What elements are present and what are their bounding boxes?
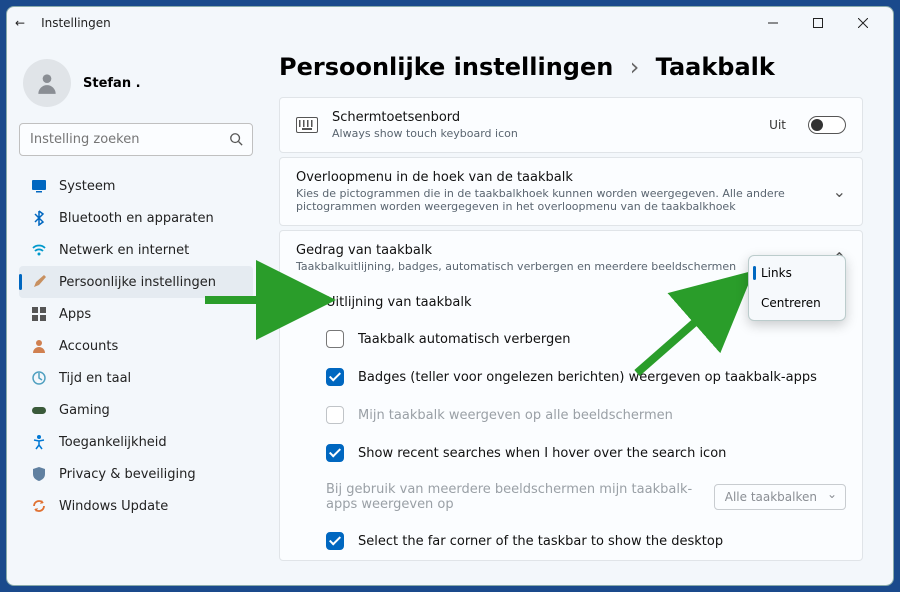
dropdown-option-links[interactable]: Links [751,258,843,288]
checkbox-checked[interactable] [326,444,344,462]
sidebar: Stefan . Systeem Bluetooth en apparaten … [7,39,257,585]
card-subtitle: Taakbalkuitlijning, badges, automatisch … [296,260,819,273]
row-multidisplay: Mijn taakbalk weergeven op alle beeldsch… [280,396,862,434]
keyboard-icon [296,117,318,133]
row-badges[interactable]: Badges (teller voor ongelezen berichten)… [280,358,862,396]
shield-icon [31,466,47,482]
sidebar-item-time[interactable]: Tijd en taal [19,362,253,394]
row-label: Uitlijning van taakbalk [326,295,471,310]
card-title: Overloopmenu in de hoek van de taakbalk [296,170,819,185]
checkbox-disabled [326,406,344,424]
toggle-state: Uit [769,118,786,132]
sidebar-item-accessibility[interactable]: Toegankelijkheid [19,426,253,458]
dropdown-all-taskbars: Alle taakbalken [714,484,846,510]
alignment-dropdown: Links Centreren [748,255,846,321]
sidebar-item-label: Accounts [59,339,118,354]
system-icon [31,178,47,194]
sidebar-item-update[interactable]: Windows Update [19,490,253,522]
breadcrumb-parent[interactable]: Persoonlijke instellingen [279,53,613,81]
bluetooth-icon [31,210,47,226]
card-title: Schermtoetsenbord [332,110,755,125]
search-input[interactable] [19,123,253,156]
sidebar-item-accounts[interactable]: Accounts [19,330,253,362]
card-subtitle: Kies de pictogrammen die in de taakbalkh… [296,187,819,213]
breadcrumb: Persoonlijke instellingen › Taakbalk [279,53,863,81]
row-label: Taakbalk automatisch verbergen [358,332,571,347]
row-corner[interactable]: Select the far corner of the taskbar to … [280,522,862,560]
card-touch-keyboard[interactable]: Schermtoetsenbord Always show touch keyb… [279,97,863,153]
sidebar-item-label: Netwerk en internet [59,243,189,258]
close-button[interactable] [840,9,885,37]
maximize-button[interactable] [795,9,840,37]
card-subtitle: Always show touch keyboard icon [332,127,755,140]
sidebar-item-label: Systeem [59,179,115,194]
row-label: Mijn taakbalk weergeven op alle beeldsch… [358,408,673,423]
minimize-button[interactable] [750,9,795,37]
sidebar-item-gaming[interactable]: Gaming [19,394,253,426]
row-label: Bij gebruik van meerdere beeldschermen m… [326,482,700,512]
sidebar-item-network[interactable]: Netwerk en internet [19,234,253,266]
sidebar-item-label: Persoonlijke instellingen [59,275,216,290]
sidebar-item-bluetooth[interactable]: Bluetooth en apparaten [19,202,253,234]
window-title: Instellingen [41,16,111,30]
sidebar-item-label: Tijd en taal [59,371,131,386]
checkbox-checked[interactable] [326,532,344,550]
avatar [23,59,71,107]
search-icon [229,131,243,150]
breadcrumb-separator: › [630,53,640,81]
sidebar-item-system[interactable]: Systeem [19,170,253,202]
sidebar-item-label: Gaming [59,403,110,418]
sidebar-item-label: Toegankelijkheid [59,435,167,450]
checkbox-unchecked[interactable] [326,330,344,348]
accessibility-icon [31,434,47,450]
back-button[interactable]: ← [15,16,25,30]
row-multi-apps: Bij gebruik van meerdere beeldschermen m… [280,472,862,522]
settings-window: ← Instellingen Stefan . Systeem Bluetoot [6,6,894,586]
row-autohide[interactable]: Taakbalk automatisch verbergen [280,320,862,358]
checkbox-checked[interactable] [326,368,344,386]
sidebar-item-privacy[interactable]: Privacy & beveiliging [19,458,253,490]
card-title: Gedrag van taakbalk [296,243,819,258]
dropdown-option-centreren[interactable]: Centreren [751,288,843,318]
chevron-down-icon: ⌄ [833,182,846,201]
sidebar-item-apps[interactable]: Apps [19,298,253,330]
row-recent[interactable]: Show recent searches when I hover over t… [280,434,862,472]
sidebar-item-label: Windows Update [59,499,168,514]
sidebar-item-label: Bluetooth en apparaten [59,211,214,226]
user-profile[interactable]: Stefan . [19,51,253,123]
gaming-icon [31,402,47,418]
row-label: Badges (teller voor ongelezen berichten)… [358,370,817,385]
apps-icon [31,306,47,322]
sidebar-item-label: Apps [59,307,91,322]
toggle-switch[interactable] [808,116,846,134]
row-label: Show recent searches when I hover over t… [358,446,726,461]
brush-icon [31,274,47,290]
update-icon [31,498,47,514]
wifi-icon [31,242,47,258]
row-label: Select the far corner of the taskbar to … [358,534,723,549]
card-overflow[interactable]: Overloopmenu in de hoek van de taakbalk … [279,157,863,226]
titlebar: ← Instellingen [7,7,893,39]
sidebar-item-personalize[interactable]: Persoonlijke instellingen [19,266,253,298]
clock-globe-icon [31,370,47,386]
sidebar-item-label: Privacy & beveiliging [59,467,196,482]
username: Stefan . [83,76,141,91]
breadcrumb-current: Taakbalk [656,53,775,81]
person-icon [31,338,47,354]
